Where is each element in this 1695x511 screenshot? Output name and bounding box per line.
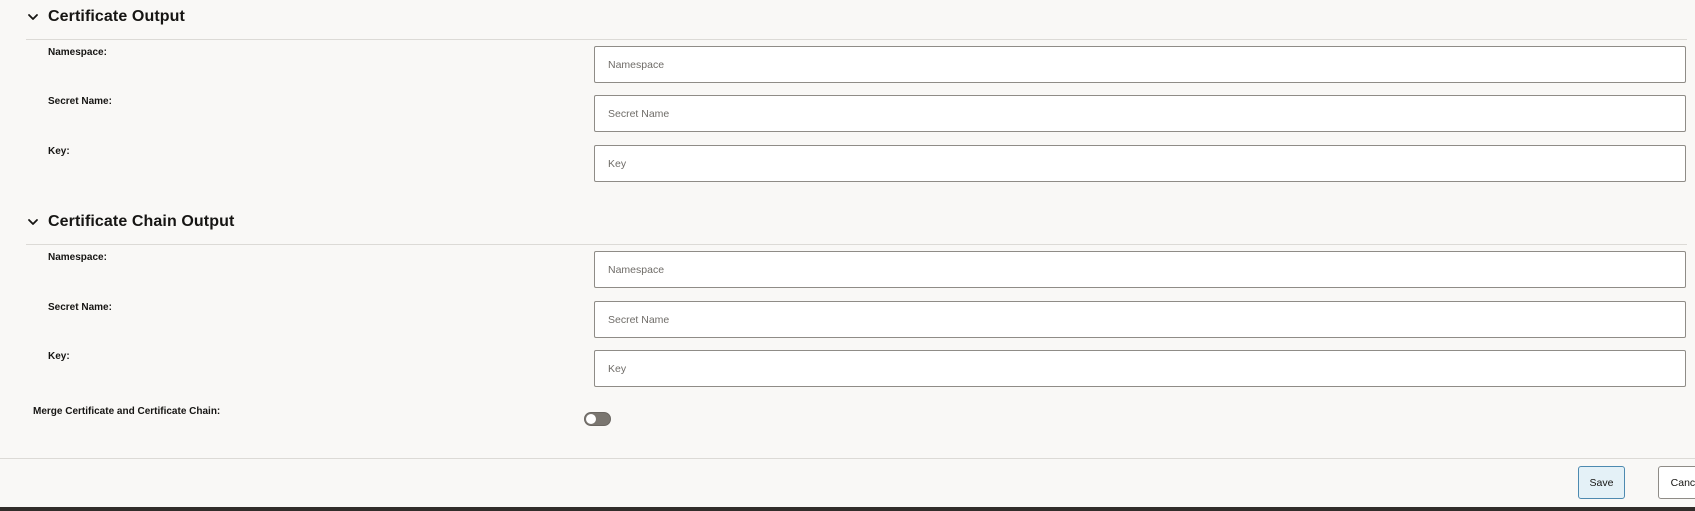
- secret-name-label: Secret Name:: [48, 96, 112, 107]
- chain-namespace-label: Namespace:: [48, 252, 107, 263]
- chevron-down-icon: [28, 219, 38, 225]
- secret-name-input[interactable]: [594, 95, 1686, 132]
- section-title: Certificate Chain Output: [48, 213, 235, 230]
- section-header-certificate-output[interactable]: Certificate Output: [26, 5, 185, 29]
- namespace-input[interactable]: [594, 46, 1686, 83]
- section-header-certificate-chain-output[interactable]: Certificate Chain Output: [26, 210, 234, 234]
- section-divider: [26, 39, 1687, 40]
- certificate-output-form: Certificate Output Namespace: Secret Nam…: [0, 0, 1695, 511]
- merge-certificate-toggle[interactable]: [584, 412, 611, 426]
- merge-certificate-label: Merge Certificate and Certificate Chain:: [33, 406, 221, 417]
- toggle-knob: [586, 414, 596, 424]
- section-title: Certificate Output: [48, 8, 185, 25]
- key-input[interactable]: [594, 145, 1686, 182]
- chain-key-label: Key:: [48, 351, 70, 362]
- chain-namespace-input[interactable]: [594, 251, 1686, 288]
- cancel-button[interactable]: Cancel: [1658, 466, 1695, 499]
- chain-secret-name-input[interactable]: [594, 301, 1686, 338]
- window-bottom-bar: [0, 507, 1695, 511]
- footer-divider: [0, 458, 1695, 459]
- chain-key-input[interactable]: [594, 350, 1686, 387]
- section-divider: [26, 244, 1687, 245]
- key-label: Key:: [48, 146, 70, 157]
- chevron-down-icon: [28, 14, 38, 20]
- save-button[interactable]: Save: [1578, 466, 1625, 499]
- namespace-label: Namespace:: [48, 47, 107, 58]
- chain-secret-name-label: Secret Name:: [48, 302, 112, 313]
